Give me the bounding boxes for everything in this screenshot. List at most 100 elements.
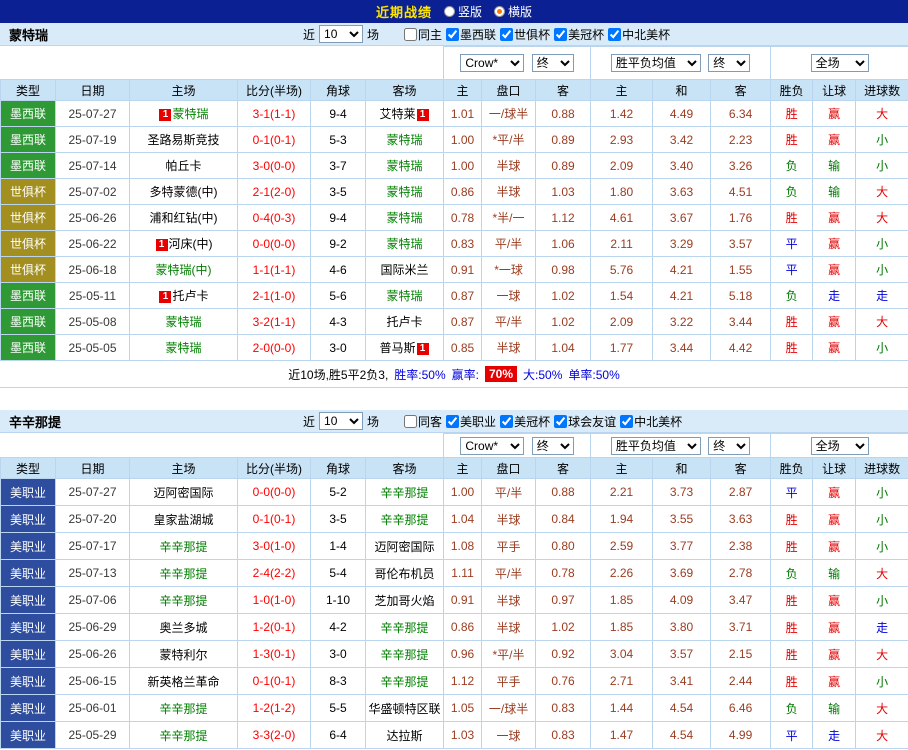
away-team[interactable]: 辛辛那提 bbox=[366, 668, 444, 695]
filter-中北美杯[interactable]: 中北美杯 bbox=[619, 413, 682, 430]
away-team[interactable]: 辛辛那提 bbox=[366, 614, 444, 641]
filter-checkbox[interactable] bbox=[404, 28, 417, 41]
away-team-name[interactable]: 普马斯 bbox=[380, 341, 416, 355]
home-team[interactable]: 多特蒙德(中) bbox=[130, 179, 238, 205]
radio-selected-icon[interactable] bbox=[494, 6, 505, 17]
match-score[interactable]: 1-2(1-2) bbox=[238, 695, 311, 722]
recent-count-select[interactable]: 10 bbox=[319, 412, 363, 430]
away-team-name[interactable]: 国际米兰 bbox=[381, 263, 429, 277]
home-team-name[interactable]: 托卢卡 bbox=[172, 289, 208, 303]
away-team[interactable]: 蒙特瑞 bbox=[366, 179, 444, 205]
match-score[interactable]: 3-0(1-0) bbox=[238, 533, 311, 560]
match-score[interactable]: 0-1(0-1) bbox=[238, 127, 311, 153]
away-team[interactable]: 蒙特瑞 bbox=[366, 283, 444, 309]
away-team[interactable]: 国际米兰 bbox=[366, 257, 444, 283]
euro-odds-mode-select[interactable]: 胜平负均值 bbox=[611, 437, 701, 455]
filter-checkbox[interactable] bbox=[554, 28, 567, 41]
away-team-name[interactable]: 辛辛那提 bbox=[381, 486, 429, 500]
home-team-name[interactable]: 迈阿密国际 bbox=[153, 486, 213, 500]
away-team-name[interactable]: 蒙特瑞 bbox=[387, 237, 423, 251]
match-score[interactable]: 1-3(0-1) bbox=[238, 641, 311, 668]
match-score[interactable]: 0-4(0-3) bbox=[238, 205, 311, 231]
filter-中北美杯[interactable]: 中北美杯 bbox=[607, 26, 670, 43]
home-team-name[interactable]: 辛辛那提 bbox=[159, 540, 207, 554]
home-team-name[interactable]: 帕丘卡 bbox=[165, 159, 201, 173]
home-team-name[interactable]: 浦和红钻(中) bbox=[150, 211, 218, 225]
home-team[interactable]: 1河床(中) bbox=[130, 231, 238, 257]
match-score[interactable]: 0-0(0-0) bbox=[238, 479, 311, 506]
euro-odds-mode-select[interactable]: 胜平负均值 bbox=[611, 54, 701, 72]
home-team[interactable]: 辛辛那提 bbox=[130, 560, 238, 587]
away-team-name[interactable]: 哥伦布机员 bbox=[375, 567, 435, 581]
away-team[interactable]: 哥伦布机员 bbox=[366, 560, 444, 587]
match-score[interactable]: 1-1(1-1) bbox=[238, 257, 311, 283]
asian-odds-time-select[interactable]: 终 bbox=[532, 54, 574, 72]
filter-checkbox[interactable] bbox=[500, 28, 513, 41]
away-team[interactable]: 蒙特瑞 bbox=[366, 231, 444, 257]
radio-unselected-icon[interactable] bbox=[444, 6, 455, 17]
recent-count-select[interactable]: 10 bbox=[319, 25, 363, 43]
away-team-name[interactable]: 托卢卡 bbox=[387, 315, 423, 329]
home-team-name[interactable]: 皇家盐湖城 bbox=[153, 513, 213, 527]
home-team[interactable]: 辛辛那提 bbox=[130, 695, 238, 722]
match-score[interactable]: 1-0(1-0) bbox=[238, 587, 311, 614]
away-team-name[interactable]: 辛辛那提 bbox=[381, 621, 429, 635]
home-team-name[interactable]: 辛辛那提 bbox=[159, 702, 207, 716]
layout-radio-horizontal[interactable]: 横版 bbox=[494, 3, 532, 20]
away-team-name[interactable]: 蒙特瑞 bbox=[387, 159, 423, 173]
asian-odds-time-select[interactable]: 终 bbox=[532, 437, 574, 455]
filter-checkbox[interactable] bbox=[554, 415, 567, 428]
home-team[interactable]: 蒙特瑞(中) bbox=[130, 257, 238, 283]
home-team-name[interactable]: 蒙特利尔 bbox=[159, 648, 207, 662]
home-team[interactable]: 皇家盐湖城 bbox=[130, 506, 238, 533]
away-team-name[interactable]: 芝加哥火焰 bbox=[375, 594, 435, 608]
filter-美冠杯[interactable]: 美冠杯 bbox=[499, 413, 550, 430]
away-team[interactable]: 辛辛那提 bbox=[366, 641, 444, 668]
bookmaker-select[interactable]: Crow* bbox=[460, 437, 524, 455]
away-team-name[interactable]: 蒙特瑞 bbox=[387, 211, 423, 225]
match-score[interactable]: 2-0(0-0) bbox=[238, 335, 311, 361]
filter-美职业[interactable]: 美职业 bbox=[445, 413, 496, 430]
away-team-name[interactable]: 蒙特瑞 bbox=[387, 133, 423, 147]
filter-checkbox[interactable] bbox=[620, 415, 633, 428]
away-team-name[interactable]: 辛辛那提 bbox=[381, 513, 429, 527]
match-score[interactable]: 0-0(0-0) bbox=[238, 231, 311, 257]
away-team[interactable]: 芝加哥火焰 bbox=[366, 587, 444, 614]
filter-checkbox[interactable] bbox=[446, 28, 459, 41]
filter-同客[interactable]: 同客 bbox=[403, 413, 442, 430]
away-team-name[interactable]: 蒙特瑞 bbox=[387, 185, 423, 199]
away-team[interactable]: 普马斯1 bbox=[366, 335, 444, 361]
home-team-name[interactable]: 蒙特瑞 bbox=[165, 341, 201, 355]
away-team[interactable]: 托卢卡 bbox=[366, 309, 444, 335]
away-team-name[interactable]: 艾特莱 bbox=[380, 107, 416, 121]
home-team[interactable]: 1托卢卡 bbox=[130, 283, 238, 309]
home-team[interactable]: 蒙特利尔 bbox=[130, 641, 238, 668]
home-team[interactable]: 蒙特瑞 bbox=[130, 309, 238, 335]
filter-checkbox[interactable] bbox=[446, 415, 459, 428]
home-team[interactable]: 1蒙特瑞 bbox=[130, 101, 238, 127]
away-team[interactable]: 蒙特瑞 bbox=[366, 153, 444, 179]
layout-radio-vertical[interactable]: 竖版 bbox=[444, 3, 482, 20]
away-team[interactable]: 辛辛那提 bbox=[366, 506, 444, 533]
filter-美冠杯[interactable]: 美冠杯 bbox=[553, 26, 604, 43]
filter-同主[interactable]: 同主 bbox=[403, 26, 442, 43]
home-team[interactable]: 辛辛那提 bbox=[130, 533, 238, 560]
away-team[interactable]: 达拉斯 bbox=[366, 722, 444, 749]
home-team-name[interactable]: 辛辛那提 bbox=[159, 567, 207, 581]
euro-odds-time-select[interactable]: 终 bbox=[708, 54, 750, 72]
home-team-name[interactable]: 辛辛那提 bbox=[159, 729, 207, 743]
match-score[interactable]: 2-1(1-0) bbox=[238, 283, 311, 309]
match-score[interactable]: 2-1(2-0) bbox=[238, 179, 311, 205]
home-team-name[interactable]: 多特蒙德(中) bbox=[150, 185, 218, 199]
match-score[interactable]: 3-2(1-1) bbox=[238, 309, 311, 335]
home-team-name[interactable]: 奥兰多城 bbox=[159, 621, 207, 635]
away-team[interactable]: 迈阿密国际 bbox=[366, 533, 444, 560]
home-team-name[interactable]: 蒙特瑞 bbox=[165, 315, 201, 329]
home-team-name[interactable]: 蒙特瑞(中) bbox=[156, 263, 212, 277]
away-team[interactable]: 蒙特瑞 bbox=[366, 205, 444, 231]
home-team-name[interactable]: 蒙特瑞 bbox=[172, 107, 208, 121]
match-score[interactable]: 0-1(0-1) bbox=[238, 668, 311, 695]
away-team-name[interactable]: 迈阿密国际 bbox=[375, 540, 435, 554]
filter-checkbox[interactable] bbox=[500, 415, 513, 428]
home-team[interactable]: 辛辛那提 bbox=[130, 587, 238, 614]
